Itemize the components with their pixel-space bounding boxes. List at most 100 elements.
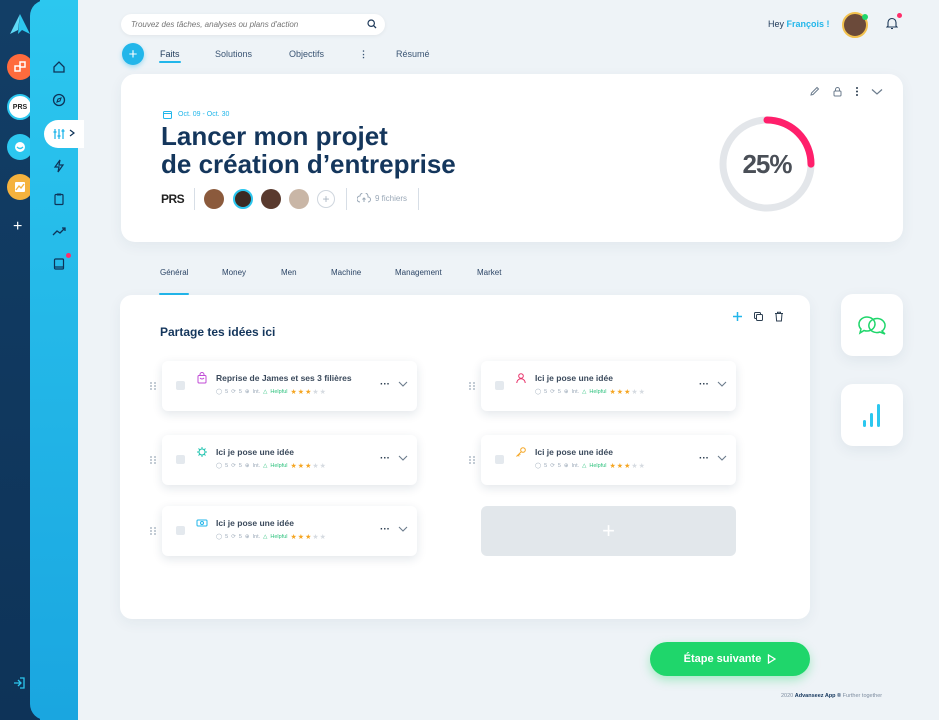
compass-icon[interactable] xyxy=(50,91,68,109)
more-tabs-icon[interactable]: ⋮ xyxy=(359,49,368,60)
lightning-icon[interactable] xyxy=(50,157,68,175)
tab-objectifs[interactable]: Objectifs xyxy=(289,49,324,59)
add-button[interactable]: + xyxy=(122,43,144,65)
project-toolbar xyxy=(809,86,883,97)
drag-handle-icon[interactable] xyxy=(468,455,476,465)
rating-stars: ★★★★★ xyxy=(290,389,327,396)
more-vertical-icon[interactable] xyxy=(855,86,859,97)
advanseez-logo-icon[interactable] xyxy=(8,12,32,36)
tab-resume[interactable]: Résumé xyxy=(396,49,430,59)
idea-checkbox[interactable] xyxy=(176,381,185,390)
comment-icon: ◯ xyxy=(216,534,223,540)
progress-value: 25% xyxy=(742,149,792,179)
tab-men[interactable]: Men xyxy=(281,268,297,277)
member-avatar[interactable] xyxy=(204,189,224,209)
tab-general[interactable]: Général xyxy=(160,268,188,277)
member-avatar[interactable] xyxy=(289,189,309,209)
warning-icon: △ xyxy=(263,389,268,395)
logout-icon[interactable] xyxy=(12,676,26,690)
idea-checkbox[interactable] xyxy=(495,455,504,464)
chevron-down-icon[interactable] xyxy=(398,526,408,533)
bell-icon[interactable] xyxy=(886,17,898,30)
sliders-icon[interactable] xyxy=(50,125,68,143)
more-icon[interactable]: ··· xyxy=(699,379,709,390)
idea-title: Ici je pose une idée xyxy=(216,518,294,528)
member-avatar[interactable] xyxy=(261,189,281,209)
tab-machine[interactable]: Machine xyxy=(331,268,361,277)
idea-checkbox[interactable] xyxy=(495,381,504,390)
clipboard-icon[interactable] xyxy=(50,190,68,208)
more-icon[interactable]: ··· xyxy=(380,379,390,390)
share-icon: ⟳ xyxy=(231,534,236,540)
search-bar[interactable] xyxy=(121,14,385,35)
home-icon[interactable] xyxy=(50,58,68,76)
copy-icon[interactable] xyxy=(753,311,764,322)
chevron-down-icon[interactable] xyxy=(871,88,883,96)
chat-card[interactable] xyxy=(841,294,903,356)
next-step-button[interactable]: Étape suivante xyxy=(650,642,810,676)
tab-management[interactable]: Management xyxy=(395,268,442,277)
lock-icon[interactable] xyxy=(832,86,843,97)
search-icon[interactable] xyxy=(367,19,377,29)
idea-meta: ◯ 5 ⟳ 5 ⊕ Int. △ Helpful ★★★★★ xyxy=(535,389,646,396)
idea-card[interactable]: Ici je pose une idée ◯ 5 ⟳ 5 ⊕ Int. △ Helpfu… xyxy=(469,435,736,485)
warning-icon: △ xyxy=(582,463,587,469)
idea-meta: ◯ 5 ⟳ 5 ⊕ Int. △ Helpful ★★★★★ xyxy=(216,389,327,396)
chevron-right-icon[interactable] xyxy=(69,129,75,137)
bar-chart-icon xyxy=(863,404,880,427)
idea-card[interactable]: Ici je pose une idée ◯ 5 ⟳ 5 ⊕ Int. △ Helpfu… xyxy=(150,435,417,485)
tab-active-underline xyxy=(159,61,181,63)
plus-icon[interactable] xyxy=(732,311,743,322)
idea-checkbox[interactable] xyxy=(176,526,185,535)
tab-market[interactable]: Market xyxy=(477,268,501,277)
idea-card[interactable]: Ici je pose une idée ◯ 5 ⟳ 5 ⊕ Int. △ Helpfu… xyxy=(469,361,736,411)
add-circle-icon: ⊕ xyxy=(244,534,250,540)
warning-icon: △ xyxy=(263,463,268,469)
key-icon xyxy=(516,447,526,457)
rating-stars: ★★★★★ xyxy=(609,463,646,470)
add-circle-icon: ⊕ xyxy=(244,389,250,395)
idea-card[interactable]: Ici je pose une idée ◯ 5 ⟳ 5 ⊕ Int. △ Helpfu… xyxy=(150,506,417,556)
drag-handle-icon[interactable] xyxy=(149,526,157,536)
drag-handle-icon[interactable] xyxy=(149,455,157,465)
member-avatar[interactable] xyxy=(233,189,253,209)
add-circle-icon: ⊕ xyxy=(244,463,250,469)
chevron-down-icon[interactable] xyxy=(717,381,727,388)
add-circle-icon: ⊕ xyxy=(563,463,569,469)
tab-faits[interactable]: Faits xyxy=(160,49,180,59)
greeting: Hey François ! xyxy=(768,19,830,29)
org-logo: PRS xyxy=(161,192,185,206)
page-title: Lancer mon projet de création d’entrepri… xyxy=(161,121,456,179)
more-icon[interactable]: ··· xyxy=(380,524,390,535)
footer: 2020 Advanseez App ® Further together xyxy=(781,693,883,699)
comment-icon: ◯ xyxy=(216,463,223,469)
more-icon[interactable]: ··· xyxy=(699,453,709,464)
more-icon[interactable]: ··· xyxy=(380,453,390,464)
idea-meta: ◯ 5 ⟳ 5 ⊕ Int. △ Helpful ★★★★★ xyxy=(216,534,327,541)
idea-meta: ◯ 5 ⟳ 5 ⊕ Int. △ Helpful ★★★★★ xyxy=(535,463,646,470)
chevron-down-icon[interactable] xyxy=(398,381,408,388)
tab-money[interactable]: Money xyxy=(222,268,246,277)
files-button[interactable]: 9 fichiers xyxy=(357,193,407,203)
idea-title: Ici je pose une idée xyxy=(535,447,613,457)
add-app-button[interactable]: + xyxy=(13,218,22,236)
chevron-down-icon[interactable] xyxy=(398,455,408,462)
trash-icon[interactable] xyxy=(774,311,784,322)
chevron-down-icon[interactable] xyxy=(717,455,727,462)
tab-solutions[interactable]: Solutions xyxy=(215,49,252,59)
search-input[interactable] xyxy=(121,14,341,35)
idea-checkbox[interactable] xyxy=(176,455,185,464)
book-icon[interactable] xyxy=(50,255,68,273)
drag-handle-icon[interactable] xyxy=(468,381,476,391)
add-member-button[interactable]: + xyxy=(317,190,335,208)
edit-icon[interactable] xyxy=(809,86,820,97)
idea-card[interactable]: Reprise de James et ses 3 filières ◯ 5 ⟳ 5… xyxy=(150,361,417,411)
trend-icon[interactable] xyxy=(50,222,68,240)
idea-title: Reprise de James et ses 3 filières xyxy=(216,373,352,383)
person-icon xyxy=(516,373,526,384)
add-idea-tile[interactable]: + xyxy=(481,506,736,556)
warning-icon: △ xyxy=(582,389,587,395)
stats-card[interactable] xyxy=(841,384,903,446)
drag-handle-icon[interactable] xyxy=(149,381,157,391)
divider xyxy=(418,188,419,210)
